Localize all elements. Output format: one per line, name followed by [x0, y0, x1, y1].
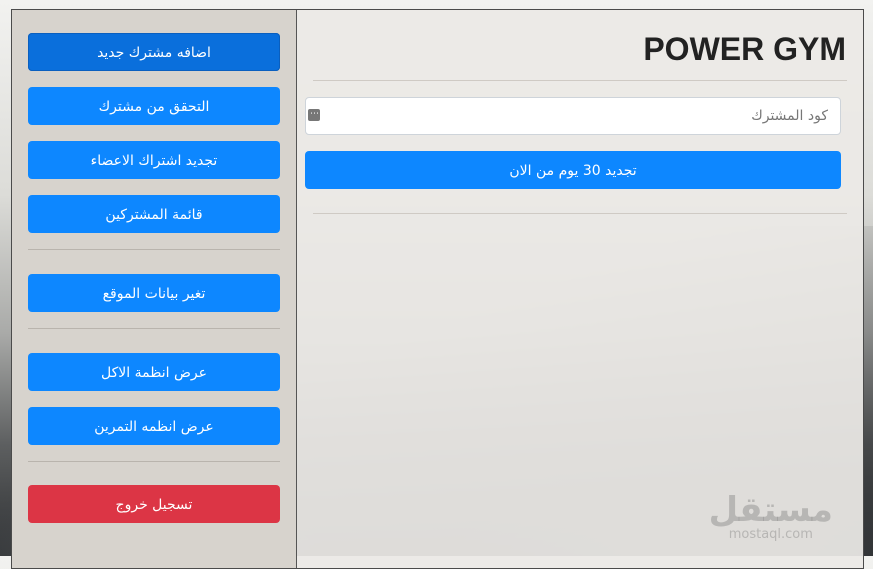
- change-site-data-button[interactable]: تغير بيانات الموقع: [28, 274, 280, 312]
- divider: [313, 80, 847, 81]
- divider: [313, 213, 847, 214]
- app-window: اضافه مشترك جديد التحقق من مشترك تجديد ا…: [11, 9, 864, 569]
- page-title: POWER GYM: [643, 31, 846, 67]
- member-code-input[interactable]: [306, 98, 840, 134]
- member-code-field: ⋯: [305, 97, 841, 135]
- add-member-button[interactable]: اضافه مشترك جديد: [28, 33, 280, 71]
- renew-30-days-button[interactable]: تجديد 30 يوم من الان: [305, 151, 841, 189]
- keyboard-icon[interactable]: ⋯: [308, 109, 320, 121]
- sidebar: اضافه مشترك جديد التحقق من مشترك تجديد ا…: [12, 10, 297, 568]
- watermark: مستقل mostaql.com: [709, 492, 833, 542]
- workout-plans-button[interactable]: عرض انظمه التمرين: [28, 407, 280, 445]
- divider: [28, 461, 280, 462]
- divider: [28, 249, 280, 250]
- diet-plans-button[interactable]: عرض انظمة الاكل: [28, 353, 280, 391]
- watermark-arabic: مستقل: [708, 490, 833, 530]
- verify-member-button[interactable]: التحقق من مشترك: [28, 87, 280, 125]
- watermark-latin: mostaql.com: [728, 527, 813, 542]
- divider: [28, 328, 280, 329]
- main-content: POWER GYM ⋯ تجديد 30 يوم من الان: [297, 10, 863, 568]
- logout-button[interactable]: تسجيل خروج: [28, 485, 280, 523]
- renew-subscriptions-button[interactable]: تجديد اشتراك الاعضاء: [28, 141, 280, 179]
- members-list-button[interactable]: قائمة المشتركين: [28, 195, 280, 233]
